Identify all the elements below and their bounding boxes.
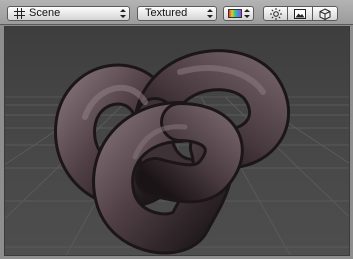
updown-arrows-icon bbox=[244, 9, 250, 18]
sun-icon bbox=[270, 8, 282, 20]
effects-toggle-button[interactable] bbox=[313, 6, 338, 21]
cube-icon bbox=[319, 8, 331, 20]
scene-view-dropdown[interactable]: Scene bbox=[7, 6, 130, 21]
image-icon bbox=[294, 9, 306, 19]
render-mode-dropdown[interactable] bbox=[223, 6, 254, 21]
lighting-toggle-button[interactable] bbox=[263, 6, 288, 21]
scene-viewport[interactable] bbox=[4, 26, 350, 256]
updown-arrows-icon bbox=[207, 9, 213, 18]
scene-dropdown-label: Scene bbox=[29, 7, 61, 19]
color-swatch-icon bbox=[228, 9, 242, 18]
scene-toolbar: Scene Textured bbox=[0, 0, 353, 25]
grid-icon bbox=[14, 8, 25, 19]
skybox-toggle-button[interactable] bbox=[288, 6, 313, 21]
shading-dropdown-label: Textured bbox=[145, 7, 188, 19]
shading-mode-dropdown[interactable]: Textured bbox=[137, 6, 217, 21]
updown-arrows-icon bbox=[120, 9, 126, 18]
